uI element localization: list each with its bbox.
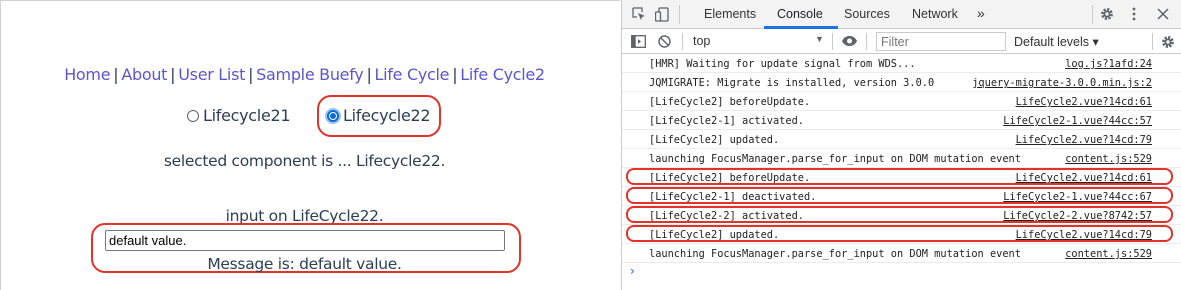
log-source-link[interactable]: log.js?1afd:24	[1065, 58, 1152, 70]
toolbar-divider	[682, 33, 683, 50]
log-source-link[interactable]: content.js:529	[1065, 153, 1152, 165]
log-source-link[interactable]: jquery-migrate-3.0.0.min.js:2	[972, 77, 1152, 89]
log-message: [HMR] Waiting for update signal from WDS…	[649, 58, 916, 70]
radio-checked-icon[interactable]	[327, 109, 339, 122]
tab-network[interactable]: Network	[912, 7, 958, 21]
nav-link-home[interactable]: Home	[64, 65, 110, 84]
log-message: launching FocusManager.parse_for_input o…	[649, 153, 1021, 165]
gear-icon[interactable]	[1100, 7, 1114, 23]
radio-label-text: Lifecycle21	[203, 106, 291, 125]
log-source-link[interactable]: LifeCycle2.vue?14cd:61	[1016, 96, 1152, 108]
devtools-panel: Elements Console Sources Network » top ▼	[621, 0, 1181, 290]
log-row: [LifeCycle2-1] activated. LifeCycle2-1.v…	[622, 111, 1181, 130]
selected-component-text: selected component is ... Lifecycle22.	[163, 152, 446, 170]
log-message: [LifeCycle2] beforeUpdate.	[649, 172, 811, 184]
toolbar-divider	[679, 5, 680, 24]
tab-console[interactable]: Console	[777, 7, 823, 21]
context-selector[interactable]: top	[693, 34, 710, 48]
nav-separator: |	[366, 65, 372, 84]
log-row-highlighted: [LifeCycle2] beforeUpdate. LifeCycle2.vu…	[622, 168, 1181, 187]
console-prompt-icon[interactable]: ›	[630, 264, 635, 278]
nav-link-life-cycle2[interactable]: Life Cycle2	[460, 65, 545, 84]
log-row: [LifeCycle2] updated. LifeCycle2.vue?14c…	[622, 130, 1181, 149]
console-settings-gear-icon[interactable]	[1161, 35, 1175, 51]
nav-link-life-cycle[interactable]: Life Cycle	[375, 65, 450, 84]
more-tabs-button[interactable]: »	[977, 5, 985, 21]
nav-link-user-list[interactable]: User List	[178, 65, 245, 84]
nav-link-sample-buefy[interactable]: Sample Buefy	[256, 65, 364, 84]
log-message: JQMIGRATE: Migrate is installed, version…	[649, 77, 935, 89]
log-source-link[interactable]: content.js:529	[1065, 248, 1152, 260]
message-input[interactable]	[105, 230, 505, 251]
nav-separator: |	[113, 65, 119, 84]
radio-label-text: Lifecycle22	[343, 106, 431, 125]
log-row: launching FocusManager.parse_for_input o…	[622, 149, 1181, 168]
radio-lifecycle22-label[interactable]: Lifecycle22	[327, 106, 431, 125]
toolbar-divider	[1092, 5, 1093, 24]
log-row-highlighted: [LifeCycle2-2] activated. LifeCycle2-2.v…	[622, 206, 1181, 225]
tab-sources[interactable]: Sources	[844, 7, 890, 21]
log-message: [LifeCycle2-1] deactivated.	[649, 191, 817, 203]
radio-lifecycle21[interactable]: Lifecycle21	[187, 106, 291, 127]
app-pane: Home | About | User List | Sample Buefy | Life C…	[0, 0, 620, 290]
nav-separator: |	[170, 65, 176, 84]
log-row-highlighted: [LifeCycle2-1] deactivated. LifeCycle2-1…	[622, 187, 1181, 206]
log-message: [LifeCycle2] updated.	[649, 134, 780, 146]
log-source-link[interactable]: LifeCycle2.vue?14cd:79	[1016, 134, 1152, 146]
log-source-link[interactable]: LifeCycle2-1.vue?44cc:57	[1003, 115, 1152, 127]
log-source-link[interactable]: LifeCycle2-2.vue?8742:57	[1003, 210, 1152, 222]
log-message: launching FocusManager.parse_for_input o…	[649, 248, 1021, 260]
inspect-icon[interactable]	[632, 7, 646, 23]
tab-elements[interactable]: Elements	[704, 7, 756, 21]
log-levels-dropdown[interactable]: Default levels ▾	[1014, 34, 1099, 49]
log-row: launching FocusManager.parse_for_input o…	[622, 244, 1181, 263]
log-message: [LifeCycle2-2] activated.	[649, 210, 804, 222]
toolbar-divider	[866, 33, 867, 50]
nav-separator: |	[248, 65, 254, 84]
log-row: [LifeCycle2] beforeUpdate. LifeCycle2.vu…	[622, 92, 1181, 111]
log-source-link[interactable]: LifeCycle2.vue?14cd:61	[1016, 172, 1152, 184]
message-text: Message is: default value.	[207, 255, 402, 273]
log-source-link[interactable]: LifeCycle2.vue?14cd:79	[1016, 229, 1152, 241]
log-row: JQMIGRATE: Migrate is installed, version…	[622, 73, 1181, 92]
console-filter-input[interactable]	[876, 32, 1006, 51]
sidebar-toggle-icon[interactable]	[631, 35, 646, 50]
radio-lifecycle21-label[interactable]: Lifecycle21	[187, 106, 291, 125]
log-message: [LifeCycle2-1] activated.	[649, 115, 804, 127]
nav-separator: |	[452, 65, 458, 84]
log-message: [LifeCycle2] beforeUpdate.	[649, 96, 811, 108]
clear-console-icon[interactable]	[658, 35, 671, 50]
log-source-link[interactable]: LifeCycle2-1.vue?44cc:67	[1003, 191, 1152, 203]
log-row-highlighted: [LifeCycle2] updated. LifeCycle2.vue?14c…	[622, 225, 1181, 244]
console-toolbar: top ▼ Default levels ▾	[622, 29, 1181, 54]
radio-lifecycle22[interactable]: Lifecycle22	[327, 106, 431, 127]
device-toggle-icon[interactable]	[654, 7, 669, 24]
log-row: [HMR] Waiting for update signal from WDS…	[622, 54, 1181, 73]
log-message: [LifeCycle2] updated.	[649, 229, 780, 241]
nav-bar: Home | About | User List | Sample Buefy | Life C…	[1, 65, 608, 84]
devtools-tab-bar: Elements Console Sources Network »	[622, 0, 1181, 29]
toolbar-divider	[832, 33, 833, 50]
toolbar-divider	[1152, 33, 1153, 50]
nav-link-about[interactable]: About	[121, 65, 167, 84]
kebab-menu-icon[interactable]	[1132, 7, 1136, 23]
close-icon[interactable]	[1157, 8, 1169, 22]
context-dropdown-icon[interactable]: ▼	[815, 34, 824, 44]
live-expression-icon[interactable]	[841, 35, 858, 49]
radio-unchecked-icon[interactable]	[187, 109, 199, 122]
console-log-area: [HMR] Waiting for update signal from WDS…	[622, 54, 1181, 290]
